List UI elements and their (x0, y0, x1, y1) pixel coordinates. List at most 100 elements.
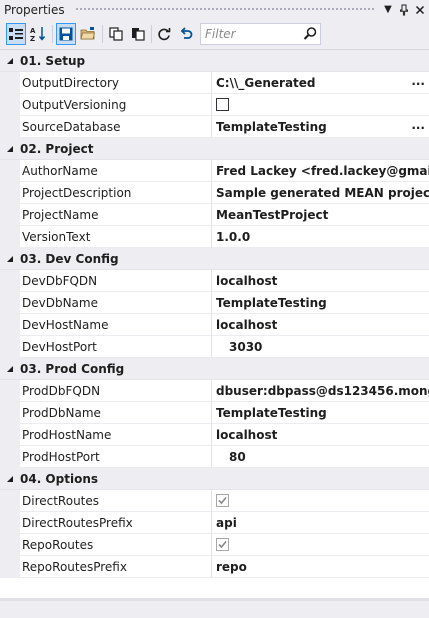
property-value[interactable]: Sample generated MEAN project (212, 182, 429, 204)
property-value[interactable]: 3030 (212, 336, 429, 358)
pin-icon[interactable] (397, 2, 411, 18)
ellipsis-button[interactable]: ... (409, 72, 425, 93)
property-value[interactable]: repo (212, 556, 429, 578)
window-title: Properties (4, 2, 65, 17)
property-value[interactable]: 1.0.0 (212, 226, 429, 248)
property-value[interactable]: TemplateTesting ... (212, 116, 429, 138)
title-grip[interactable] (74, 7, 375, 12)
description-pane (0, 598, 429, 618)
description-splitter[interactable] (0, 598, 429, 601)
sort-az-icon: A Z (30, 27, 46, 43)
collapse-triangle-icon[interactable] (0, 145, 20, 153)
properties-toolbar: A Z (0, 19, 429, 50)
property-value[interactable]: dbuser:dbpass@ds123456.mongolab.com (212, 380, 429, 402)
property-value[interactable]: localhost (212, 270, 429, 292)
categorized-icon (9, 28, 23, 40)
property-name: ProdDbName (20, 402, 212, 424)
property-name: ProdDbFQDN (20, 380, 212, 402)
property-row-dev-db-fqdn[interactable]: DevDbFQDN localhost (0, 270, 429, 292)
property-name: DirectRoutes (20, 490, 212, 512)
property-row-repo-routes-prefix[interactable]: RepoRoutesPrefix repo (0, 556, 429, 578)
filter-box (200, 23, 321, 45)
checkmark-icon (218, 496, 227, 505)
value-text: C:\\_Generated (216, 75, 316, 90)
property-value[interactable]: 80 (212, 446, 429, 468)
checkbox-checked[interactable] (216, 494, 229, 507)
collapse-triangle-icon[interactable] (0, 255, 20, 263)
checkbox-checked[interactable] (216, 538, 229, 551)
collapse-triangle-icon[interactable] (0, 475, 20, 483)
property-row-prod-host-name[interactable]: ProdHostName localhost (0, 424, 429, 446)
property-value[interactable]: api (212, 512, 429, 534)
property-row-version-text[interactable]: VersionText 1.0.0 (0, 226, 429, 248)
property-row-prod-db-name[interactable]: ProdDbName TemplateTesting (0, 402, 429, 424)
category-setup[interactable]: 01. Setup (0, 50, 429, 72)
window-titlebar: Properties ▼ (0, 0, 429, 19)
alphabetical-view-button[interactable]: A Z (28, 23, 48, 45)
property-name: ProjectDescription (20, 182, 212, 204)
save-button[interactable] (56, 23, 76, 45)
property-row-direct-routes[interactable]: DirectRoutes (0, 490, 429, 512)
document-icon (132, 28, 145, 41)
property-row-dev-db-name[interactable]: DevDbName TemplateTesting (0, 292, 429, 314)
property-row-project-description[interactable]: ProjectDescription Sample generated MEAN… (0, 182, 429, 204)
collapse-triangle-icon[interactable] (0, 365, 20, 373)
dropdown-arrow-icon[interactable]: ▼ (381, 2, 395, 18)
category-prod-config[interactable]: 03. Prod Config (0, 358, 429, 380)
property-name: DirectRoutesPrefix (20, 512, 212, 534)
property-value[interactable]: MeanTestProject (212, 204, 429, 226)
categorized-view-button[interactable] (6, 23, 26, 45)
svg-text:A: A (30, 27, 36, 35)
checkbox[interactable] (216, 98, 229, 111)
collapse-triangle-icon[interactable] (0, 57, 20, 65)
property-name: VersionText (20, 226, 212, 248)
property-value[interactable]: localhost (212, 424, 429, 446)
property-value[interactable] (212, 490, 429, 512)
ellipsis-button[interactable]: ... (409, 116, 425, 137)
property-row-author-name[interactable]: AuthorName Fred Lackey <fred.lackey@gmai… (0, 160, 429, 182)
property-name: OutputDirectory (20, 72, 212, 94)
category-label: 01. Setup (20, 53, 86, 68)
property-row-output-versioning[interactable]: OutputVersioning (0, 94, 429, 116)
category-dev-config[interactable]: 03. Dev Config (0, 248, 429, 270)
property-value[interactable]: localhost (212, 314, 429, 336)
property-value[interactable]: Fred Lackey <fred.lackey@gmail.com> (212, 160, 429, 182)
property-name: DevDbFQDN (20, 270, 212, 292)
category-label: 03. Dev Config (20, 251, 119, 266)
property-name: RepoRoutes (20, 534, 212, 556)
refresh-button[interactable] (154, 23, 174, 45)
property-row-project-name[interactable]: ProjectName MeanTestProject (0, 204, 429, 226)
property-row-prod-host-port[interactable]: ProdHostPort 80 (0, 446, 429, 468)
property-value[interactable] (212, 94, 429, 116)
value-text: TemplateTesting (216, 119, 327, 134)
property-name: ProdHostPort (20, 446, 212, 468)
property-row-dev-host-name[interactable]: DevHostName localhost (0, 314, 429, 336)
property-row-dev-host-port[interactable]: DevHostPort 3030 (0, 336, 429, 358)
close-icon[interactable] (413, 2, 427, 18)
checkmark-icon (218, 540, 227, 549)
property-row-source-database[interactable]: SourceDatabase TemplateTesting ... (0, 116, 429, 138)
search-icon[interactable] (302, 26, 318, 42)
save-icon (59, 27, 73, 41)
property-row-direct-routes-prefix[interactable]: DirectRoutesPrefix api (0, 512, 429, 534)
category-project[interactable]: 02. Project (0, 138, 429, 160)
property-name: ProdHostName (20, 424, 212, 446)
property-row-output-directory[interactable]: OutputDirectory C:\\_Generated ... (0, 72, 429, 94)
property-name: OutputVersioning (20, 94, 212, 116)
open-folder-button[interactable] (78, 23, 98, 45)
undo-button[interactable] (176, 23, 196, 45)
category-options[interactable]: 04. Options (0, 468, 429, 490)
paste-button[interactable] (128, 23, 148, 45)
property-name: RepoRoutesPrefix (20, 556, 212, 578)
property-row-prod-db-fqdn[interactable]: ProdDbFQDN dbuser:dbpass@ds123456.mongol… (0, 380, 429, 402)
property-row-repo-routes[interactable]: RepoRoutes (0, 534, 429, 556)
property-name: ProjectName (20, 204, 212, 226)
property-name: DevHostPort (20, 336, 212, 358)
copy-button[interactable] (106, 23, 126, 45)
property-name: DevDbName (20, 292, 212, 314)
property-value[interactable]: C:\\_Generated ... (212, 72, 429, 94)
filter-input[interactable] (201, 24, 297, 44)
property-value[interactable]: TemplateTesting (212, 402, 429, 424)
property-value[interactable]: TemplateTesting (212, 292, 429, 314)
property-value[interactable] (212, 534, 429, 556)
